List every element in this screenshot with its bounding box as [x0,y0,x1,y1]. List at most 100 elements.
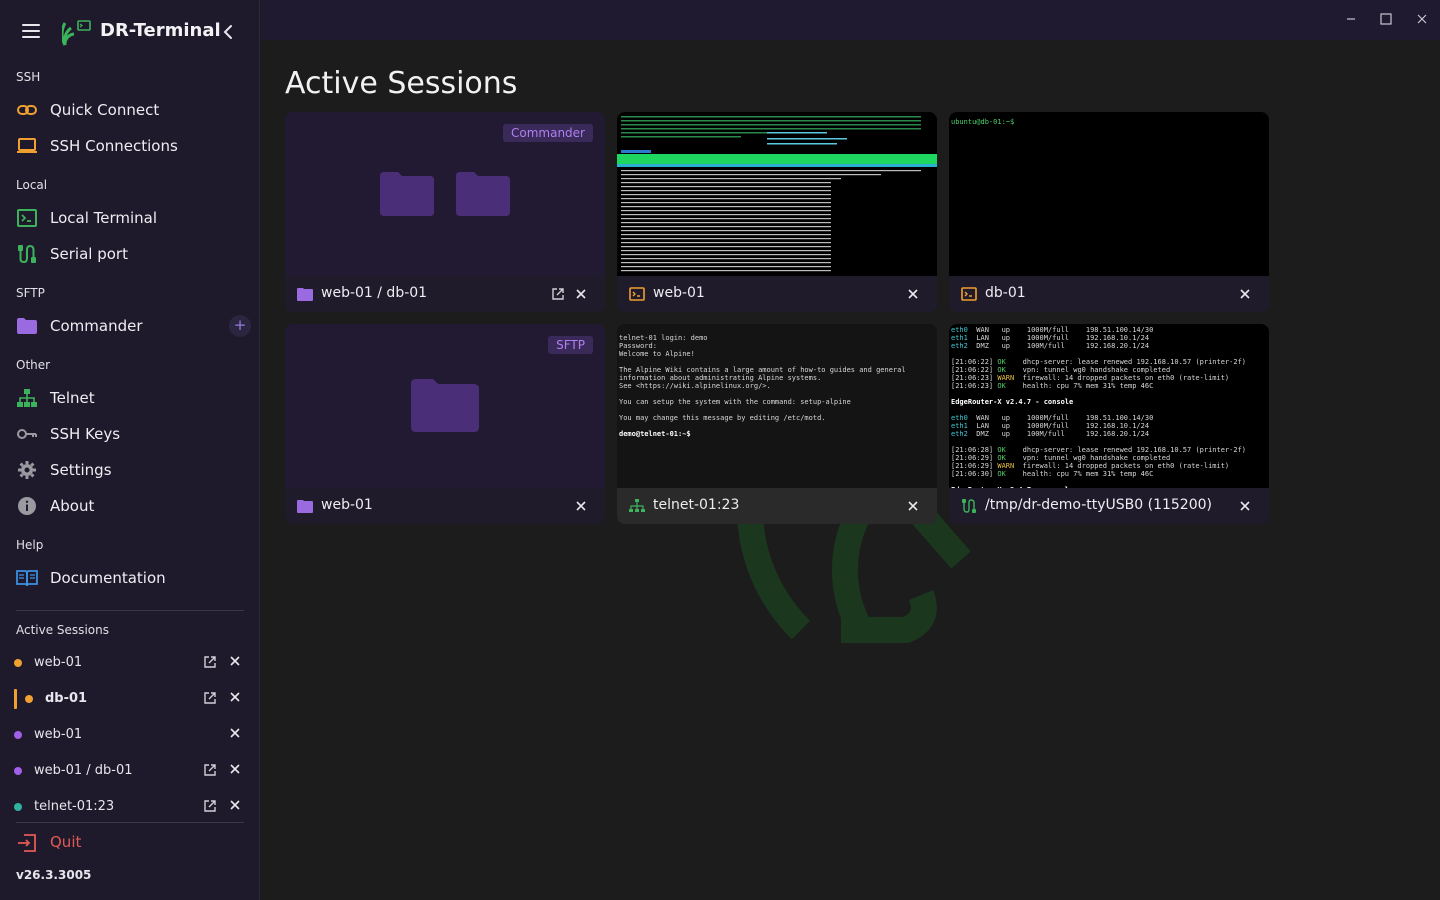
maximize-icon[interactable] [1379,12,1393,26]
nav-label: Local Terminal [50,209,158,227]
card-title: web-01 / db-01 [321,285,428,301]
nav-settings[interactable]: Settings [0,452,260,488]
close-icon[interactable] [907,499,919,513]
nav-documentation[interactable]: Documentation [0,560,260,596]
open-external-icon[interactable] [203,799,217,813]
card-title: db-01 [985,285,1026,301]
terminal-line: eth1 LAN up 1000M/full 192.168.10.1/24 [951,334,1150,342]
close-icon[interactable] [229,798,241,812]
close-icon[interactable] [229,690,241,704]
session-item[interactable]: telnet-01:23 [0,792,260,822]
nav-label: Serial port [50,245,128,263]
terminal-icon [17,209,37,227]
session-card-telnet[interactable]: telnet-01 login: demo Password: Welcome to… [617,324,937,524]
session-card-sftp[interactable]: SFTP web-01 [285,324,605,524]
nav-ssh-connections[interactable]: SSH Connections [0,128,260,164]
card-footer: web-01 / db-01 [285,276,605,312]
nav-quick-connect[interactable]: Quick Connect [0,92,260,128]
minimize-icon[interactable] [1344,12,1358,26]
session-name: telnet-01:23 [34,799,115,814]
open-external-icon[interactable] [203,655,217,669]
open-external-icon[interactable] [203,691,217,705]
terminal-line: information about administrating Alpine … [619,374,822,382]
folder-icon [297,288,313,301]
nav-ssh-keys[interactable]: SSH Keys [0,416,260,452]
nav-commander[interactable]: Commander [0,308,260,344]
close-icon[interactable] [229,762,241,776]
terminal-line: eth0 WAN up 1000M/full 198.51.100.14/30 [951,414,1154,422]
session-item[interactable]: web-01 [0,720,260,750]
divider [16,610,244,611]
session-name: db-01 [45,691,88,706]
nav-telnet[interactable]: Telnet [0,380,260,416]
session-item-active[interactable]: db-01 [0,684,260,714]
add-commander-button[interactable]: + [229,315,251,337]
status-dot [14,659,22,667]
status-dot [14,767,22,775]
close-icon[interactable] [575,499,587,513]
terminal-icon [629,287,645,301]
terminal-line: Welcome to Alpine! [619,350,695,358]
close-icon[interactable] [1239,287,1251,301]
status-dot [25,695,33,703]
quit-button[interactable]: Quit [0,828,260,858]
folder-icon [380,172,434,216]
terminal-line: You may change this message by editing /… [619,414,826,422]
hamburger-menu-icon[interactable] [22,24,42,40]
terminal-preview [617,112,937,276]
session-card-commander[interactable]: Commander web-01 / db-01 [285,112,605,312]
close-icon[interactable] [575,287,587,301]
close-icon[interactable] [229,654,241,668]
book-icon [16,570,38,587]
terminal-preview: ubuntu@db-01:~$ [949,112,1269,276]
terminal-line: [21:06:30] OK health: cpu 7% mem 31% tem… [951,470,1154,478]
card-preview: SFTP [285,324,605,488]
info-icon [18,497,36,515]
version-label: v26.3.3005 [16,868,92,882]
close-icon[interactable] [907,287,919,301]
nav-local-terminal[interactable]: Local Terminal [0,200,260,236]
terminal-prompt: ubuntu@db-01:~$ [951,118,1015,126]
collapse-sidebar-icon[interactable] [220,22,236,42]
session-card-terminal[interactable]: web-01 [617,112,937,312]
terminal-line: [21:06:22] OK vpn: tunnel wg0 handshake … [951,366,1171,374]
terminal-line: [21:06:28] OK dhcp-server: lease renewed… [951,446,1247,454]
close-icon[interactable] [1239,499,1251,513]
folder-icon [411,379,479,432]
key-icon [17,429,37,439]
open-external-icon[interactable] [551,287,565,301]
section-local: Local [16,178,48,192]
session-card-terminal[interactable]: ubuntu@db-01:~$ db-01 [949,112,1269,312]
nav-about[interactable]: About [0,488,260,524]
session-item[interactable]: web-01 / db-01 [0,756,260,786]
exit-icon [18,834,36,852]
folder-icon [297,500,313,513]
terminal-line: Password: [619,342,657,350]
open-external-icon[interactable] [203,763,217,777]
session-item[interactable]: web-01 [0,648,260,678]
status-dot [14,803,22,811]
terminal-line: eth1 LAN up 1000M/full 192.168.10.1/24 [951,422,1150,430]
section-help: Help [16,538,44,552]
session-name: web-01 [34,655,83,670]
card-footer: /tmp/dr-demo-ttyUSB0 (115200) [949,488,1269,524]
nav-label: Commander [50,317,143,335]
session-card-serial[interactable]: eth0 WAN up 1000M/full 198.51.100.14/30 e… [949,324,1269,524]
network-icon [17,389,37,407]
card-title: telnet-01:23 [653,497,740,513]
card-title: web-01 [653,285,705,301]
serial-cable-icon [18,244,36,264]
window-close-icon[interactable] [1415,12,1429,26]
nav-label: About [50,497,95,515]
nav-serial-port[interactable]: Serial port [0,236,260,272]
link-icon [17,105,37,115]
nav-label: Documentation [50,569,166,587]
close-icon[interactable] [229,726,241,740]
terminal-icon [961,287,977,301]
